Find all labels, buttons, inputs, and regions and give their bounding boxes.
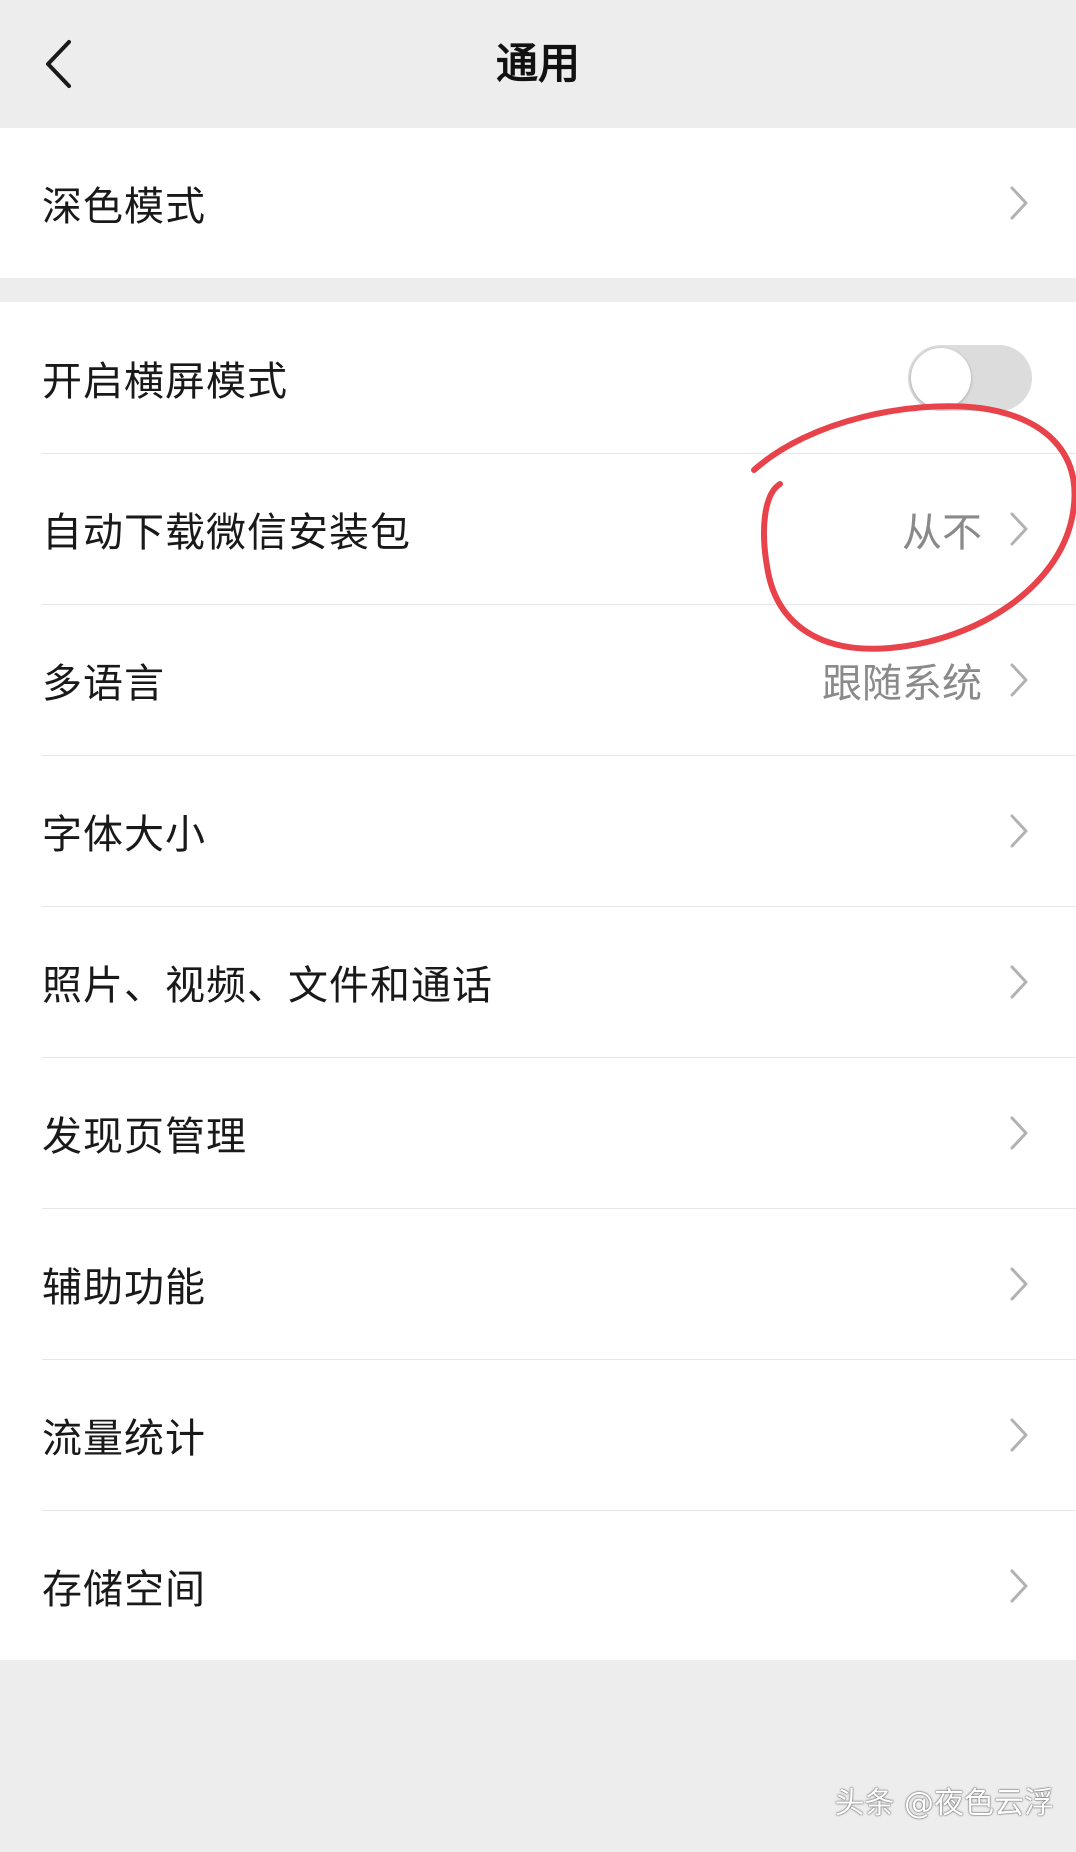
chevron-right-icon	[1006, 1564, 1032, 1608]
settings-item-label: 开启横屏模式	[42, 358, 288, 405]
settings-item-landscape-mode: 开启横屏模式	[0, 302, 1076, 453]
chevron-right-icon	[1006, 1413, 1032, 1457]
settings-item-accessibility[interactable]: 辅助功能	[0, 1208, 1076, 1359]
settings-item-label: 流量统计	[42, 1415, 206, 1462]
chevron-right-icon	[1006, 658, 1032, 702]
settings-item-value: 从不	[902, 509, 982, 556]
settings-item-auto-download[interactable]: 自动下载微信安装包 从不	[0, 453, 1076, 604]
settings-item-data-usage[interactable]: 流量统计	[0, 1359, 1076, 1510]
toggle-knob	[911, 347, 971, 408]
settings-item-label: 深色模式	[42, 184, 206, 230]
settings-item-label: 发现页管理	[42, 1113, 247, 1160]
settings-item-label: 辅助功能	[42, 1264, 206, 1311]
settings-item-value: 跟随系统	[822, 660, 982, 707]
settings-group-display: 深色模式	[0, 128, 1076, 278]
settings-item-label: 照片、视频、文件和通话	[42, 962, 493, 1009]
settings-group-general: 开启横屏模式 自动下载微信安装包 从不 多语言 跟随系统 字体大小 照片、视频、…	[0, 302, 1076, 1660]
settings-item-label: 自动下载微信安装包	[42, 509, 411, 556]
settings-item-label: 存储空间	[42, 1566, 206, 1613]
chevron-right-icon	[1006, 1262, 1032, 1306]
settings-screen: 通用 深色模式 开启横屏模式 自动下载微信安装包 从不 多语言 跟随系统 字体大…	[0, 0, 1076, 1852]
landscape-mode-toggle[interactable]	[908, 344, 1032, 411]
settings-item-media-calls[interactable]: 照片、视频、文件和通话	[0, 906, 1076, 1057]
page-title: 通用	[495, 39, 580, 88]
chevron-right-icon	[1006, 1111, 1032, 1155]
chevron-right-icon	[1006, 507, 1032, 551]
settings-item-dark-mode[interactable]: 深色模式	[0, 128, 1076, 278]
chevron-right-icon	[1006, 181, 1032, 225]
chevron-right-icon	[1006, 960, 1032, 1004]
settings-item-storage[interactable]: 存储空间	[0, 1510, 1076, 1661]
settings-item-label: 多语言	[42, 660, 165, 707]
settings-item-label: 字体大小	[42, 811, 206, 858]
chevron-right-icon	[1006, 809, 1032, 853]
settings-item-font-size[interactable]: 字体大小	[0, 755, 1076, 906]
watermark: 头条 @夜色云浮	[834, 1786, 1054, 1821]
settings-item-language[interactable]: 多语言 跟随系统	[0, 604, 1076, 755]
settings-item-discover-management[interactable]: 发现页管理	[0, 1057, 1076, 1208]
navigation-bar: 通用	[0, 0, 1076, 128]
